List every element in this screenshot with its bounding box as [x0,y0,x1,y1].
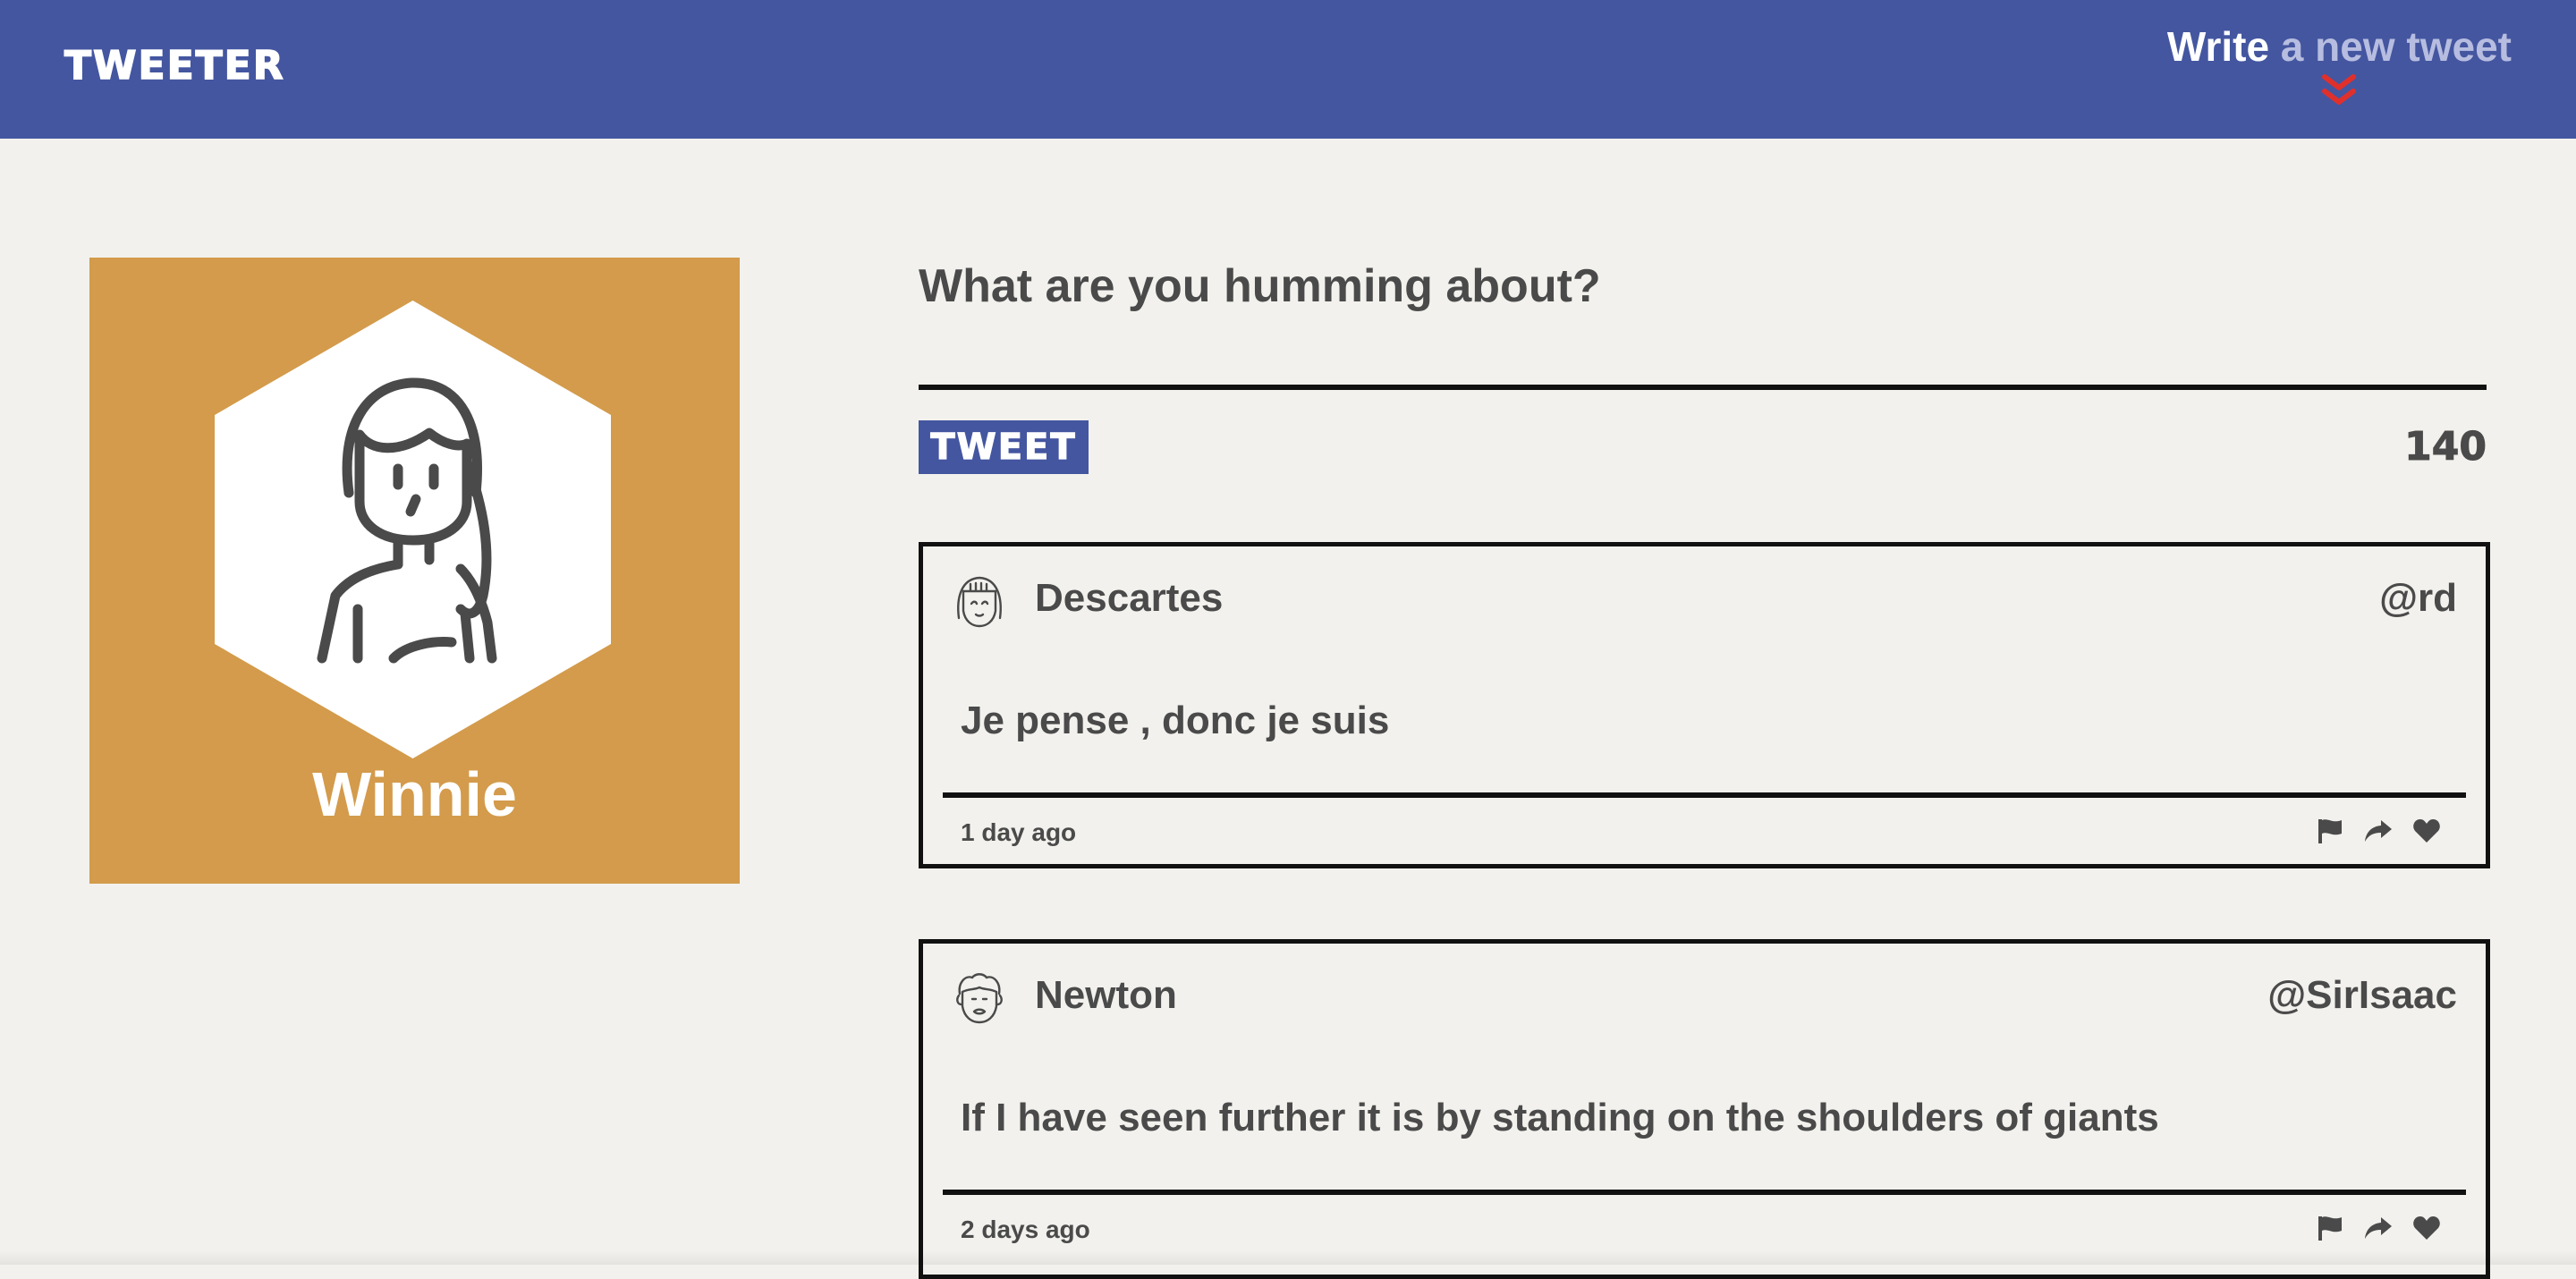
profile-avatar [215,301,611,758]
heart-icon[interactable] [2412,817,2441,845]
compose-form: What are you humming about? TWEET 140 [919,250,2487,474]
tweet-submit-button[interactable]: TWEET [919,420,1089,474]
profile-card: Winnie [89,258,740,884]
compose-textarea[interactable]: What are you humming about? [919,250,2487,322]
man-avatar-icon [956,973,1003,1024]
retweet-icon[interactable] [2364,1214,2393,1242]
tweet-avatar [954,972,1004,1028]
girl-avatar-icon [957,576,1002,628]
tweet-author-name[interactable]: Newton [1035,969,1177,1022]
tweet-divider [943,1190,2466,1195]
tweet-timestamp: 1 day ago [961,818,1077,846]
tweet-divider [943,792,2466,798]
write-tweet-toggle[interactable]: Write a new tweet [2167,20,2512,109]
tweet-card: Newton @SirIsaac If I have seen further … [919,939,2490,1279]
retweet-icon[interactable] [2364,817,2393,845]
profile-name: Winnie [312,759,517,829]
tweet-actions [2316,1214,2441,1242]
tweet-author-name[interactable]: Descartes [1035,572,1223,625]
flag-icon[interactable] [2316,1214,2344,1242]
double-chevron-down-icon[interactable] [2318,72,2360,109]
viewport-bottom-shade [0,1250,2576,1265]
write-label-faint: a new tweet [2269,23,2512,70]
tweet-actions [2316,817,2441,845]
brand-logo[interactable]: TWEETER [64,39,285,93]
tweet-author-handle[interactable]: @SirIsaac [2267,969,2457,1022]
write-tweet-label[interactable]: Write a new tweet [2167,20,2512,73]
tweet-text: If I have seen further it is by standing… [961,1096,2159,1139]
heart-icon[interactable] [2412,1214,2441,1242]
navbar: TWEETER Write a new tweet [0,0,2576,139]
tweet-card: Descartes @rd Je pense , donc je suis 1 … [919,542,2490,868]
tweet-author-handle[interactable]: @rd [2379,572,2457,625]
tweet-avatar [954,575,1004,631]
char-counter: 140 [2404,424,2487,470]
tweet-text: Je pense , donc je suis [961,699,1390,742]
write-label-strong: Write [2166,23,2270,70]
flag-icon[interactable] [2316,817,2344,845]
compose-divider [919,385,2487,390]
tweet-timestamp: 2 days ago [961,1215,1090,1243]
woman-avatar-icon [215,301,611,758]
